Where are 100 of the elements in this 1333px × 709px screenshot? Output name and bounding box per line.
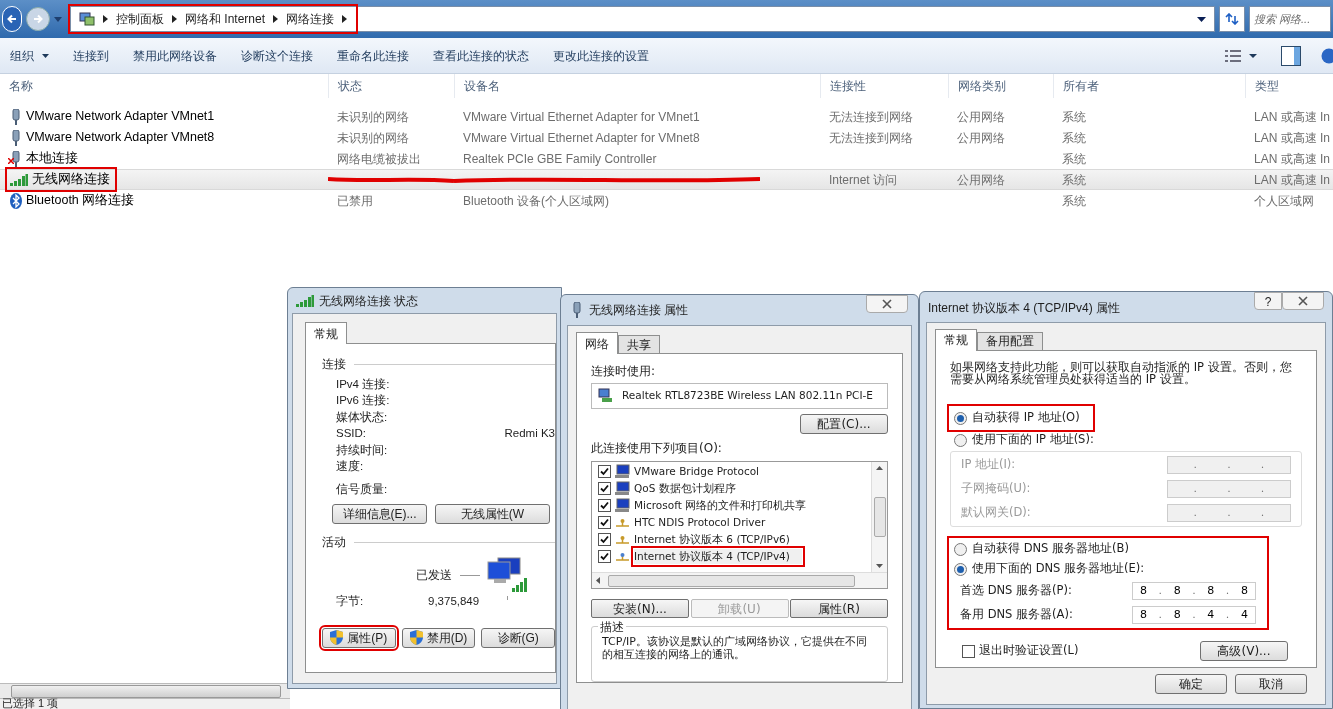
scroll-down-icon[interactable] bbox=[876, 564, 883, 568]
breadcrumb[interactable]: 控制面板 bbox=[116, 10, 164, 28]
close-icon bbox=[1298, 296, 1308, 306]
horizontal-scrollbar[interactable] bbox=[592, 572, 887, 588]
list-item[interactable]: Internet 协议版本 6 (TCP/IPv6) bbox=[634, 531, 802, 548]
connection-row[interactable]: VMware Network Adapter VMnet1 未识别的网络 VMware Virtual Ethernet Adapter for VMnet1 无法连接到网络 公用网络 系统 LAN 或高速 In bbox=[0, 106, 1333, 127]
field-label: 此连接使用下列项目(O): bbox=[591, 440, 723, 457]
tab[interactable]: 网络 bbox=[576, 332, 618, 354]
caret-icon[interactable] bbox=[1197, 16, 1206, 22]
breadcrumb[interactable]: 网络和 Internet bbox=[185, 10, 266, 28]
radio-label[interactable]: 使用下面的 IP 地址(S): bbox=[972, 431, 1094, 449]
checkbox[interactable] bbox=[598, 499, 611, 512]
network-adapter-icon bbox=[571, 302, 583, 318]
radio-button[interactable] bbox=[954, 411, 967, 425]
ip-address-field[interactable]: 8 . 8 . 4 . 4 bbox=[1132, 606, 1256, 624]
dialog-button[interactable]: 高级(V)... bbox=[1200, 641, 1288, 661]
checkbox[interactable] bbox=[598, 550, 611, 563]
checkbox[interactable] bbox=[598, 482, 611, 495]
toolbar-button[interactable]: 更改此连接的设置 bbox=[545, 42, 657, 69]
protocol-icon bbox=[615, 534, 630, 545]
toolbar-button[interactable]: 重命名此连接 bbox=[329, 42, 417, 69]
list-item[interactable]: Internet 协议版本 4 (TCP/IPv4) bbox=[634, 548, 802, 565]
list-item[interactable]: HTC NDIS Protocol Driver bbox=[634, 514, 778, 531]
octet-dot: . bbox=[1260, 504, 1265, 521]
search-field[interactable]: 搜索 网络... bbox=[1249, 6, 1331, 32]
computer-icon bbox=[615, 498, 630, 513]
help-button[interactable]: ? bbox=[1254, 292, 1282, 310]
field-label: 连接时使用: bbox=[591, 363, 657, 380]
dialog-button[interactable]: 详细信息(E)... bbox=[332, 504, 427, 525]
dialog-button[interactable]: 确定 bbox=[1155, 674, 1227, 694]
scroll-up-icon[interactable] bbox=[876, 466, 883, 470]
close-button[interactable] bbox=[866, 295, 908, 313]
dialog-button[interactable]: 诊断(G) bbox=[481, 627, 555, 648]
refresh-button[interactable] bbox=[1219, 6, 1245, 32]
radio-button[interactable] bbox=[954, 542, 967, 556]
back-button[interactable] bbox=[2, 6, 22, 32]
connection-row[interactable]: Bluetooth 网络连接 已禁用 Bluetooth 设备(个人区域网) 系统 个人区域网 bbox=[0, 190, 1333, 211]
list-item[interactable]: VMware Bridge Protocol bbox=[634, 463, 772, 480]
dialog-button[interactable]: 禁用(D) bbox=[401, 627, 476, 648]
column-header[interactable]: 设备名 bbox=[454, 74, 820, 98]
column-header[interactable]: 连接性 bbox=[820, 74, 948, 98]
dialog-button[interactable]: 无线属性(W bbox=[435, 504, 550, 525]
column-header[interactable]: 网络类别 bbox=[948, 74, 1053, 98]
connection-row[interactable]: VMware Network Adapter VMnet8 未识别的网络 VMware Virtual Ethernet Adapter for VMnet8 无法连接到网络 公用网络 系统 LAN 或高速 In bbox=[0, 127, 1333, 148]
scroll-left-icon[interactable] bbox=[596, 577, 600, 584]
back-arrow-icon bbox=[7, 14, 17, 24]
table-cell: 公用网络 bbox=[957, 109, 1005, 124]
checkbox[interactable] bbox=[598, 516, 611, 529]
list-item[interactable]: QoS 数据包计划程序 bbox=[634, 480, 748, 497]
scrollbar-thumb[interactable] bbox=[11, 684, 281, 698]
checkbox[interactable] bbox=[598, 465, 611, 478]
list-item[interactable]: Microsoft 网络的文件和打印机共享 bbox=[634, 497, 819, 514]
toolbar-button[interactable]: 查看此连接的状态 bbox=[425, 42, 537, 69]
radio-label[interactable]: 自动获得 IP 地址(O) bbox=[972, 409, 1080, 427]
tab[interactable]: 共享 bbox=[618, 335, 660, 353]
connection-name: VMware Network Adapter VMnet8 bbox=[26, 129, 215, 147]
toolbar-button[interactable]: 连接到 bbox=[65, 42, 117, 69]
status-text: 已选择 1 项 bbox=[2, 697, 59, 709]
toolbar-button[interactable]: 禁用此网络设备 bbox=[125, 42, 225, 69]
octet-dot: . bbox=[1227, 480, 1231, 497]
ip-address-field[interactable]: 8 . 8 . 8 . 8 bbox=[1132, 582, 1256, 600]
tab[interactable]: 备用配置 bbox=[977, 332, 1043, 350]
computer-icon bbox=[615, 481, 630, 496]
dialog-button[interactable]: 配置(C)... bbox=[800, 414, 888, 434]
toolbar-button[interactable]: 诊断这个连接 bbox=[233, 42, 321, 69]
column-header[interactable]: 类型 bbox=[1245, 74, 1333, 98]
column-header[interactable]: 名称 bbox=[0, 74, 328, 98]
connection-row[interactable]: 无线网络连接 Internet 访问 公用网络 系统 LAN 或高速 In bbox=[0, 169, 1333, 190]
radio-label[interactable]: 使用下面的 DNS 服务器地址(E): bbox=[972, 560, 1145, 578]
octet-value: 4 bbox=[1240, 607, 1248, 621]
table-cell: LAN 或高速 In bbox=[1254, 109, 1331, 124]
tab[interactable]: 常规 bbox=[305, 322, 347, 344]
breadcrumb[interactable]: 网络连接 bbox=[286, 10, 335, 28]
tab[interactable]: 常规 bbox=[935, 329, 977, 351]
help-icon[interactable] bbox=[1321, 47, 1333, 64]
checkbox[interactable] bbox=[962, 644, 975, 658]
connection-row[interactable]: 本地连接 网络电缆被拔出 Realtek PCIe GBE Family Controller 系统 LAN 或高速 In bbox=[0, 148, 1333, 169]
preview-pane-button[interactable] bbox=[1281, 45, 1301, 66]
radio-label[interactable]: 自动获得 DNS 服务器地址(B) bbox=[972, 540, 1129, 558]
column-header[interactable]: 所有者 bbox=[1053, 74, 1245, 98]
radio-button[interactable] bbox=[954, 433, 967, 447]
close-button[interactable] bbox=[1282, 292, 1324, 310]
dialog-button[interactable]: 属性(P) bbox=[322, 627, 396, 648]
toolbar-button[interactable]: 组织 bbox=[2, 42, 57, 69]
checkbox[interactable] bbox=[598, 533, 611, 546]
dialog-button[interactable]: 属性(R) bbox=[790, 599, 888, 618]
column-header[interactable]: 状态 bbox=[328, 74, 454, 98]
dialog-button[interactable]: 安装(N)... bbox=[591, 599, 689, 618]
table-cell: Internet 访问 bbox=[829, 172, 898, 187]
list-view-icon bbox=[1225, 49, 1241, 62]
forward-button[interactable] bbox=[26, 7, 50, 31]
octet-dot: . bbox=[1227, 456, 1231, 473]
radio-button[interactable] bbox=[954, 562, 967, 576]
table-cell: 未识别的网络 bbox=[337, 109, 409, 124]
octet-dot: . bbox=[1260, 456, 1265, 473]
checkbox-label[interactable]: 退出时验证设置(L) bbox=[979, 642, 1079, 660]
vertical-scrollbar[interactable] bbox=[871, 462, 887, 572]
address-bar[interactable]: 控制面板 网络和 Internet 网络连接 bbox=[70, 6, 1215, 32]
dialog-button[interactable]: 取消 bbox=[1235, 674, 1307, 694]
protocol-icon bbox=[615, 517, 630, 528]
